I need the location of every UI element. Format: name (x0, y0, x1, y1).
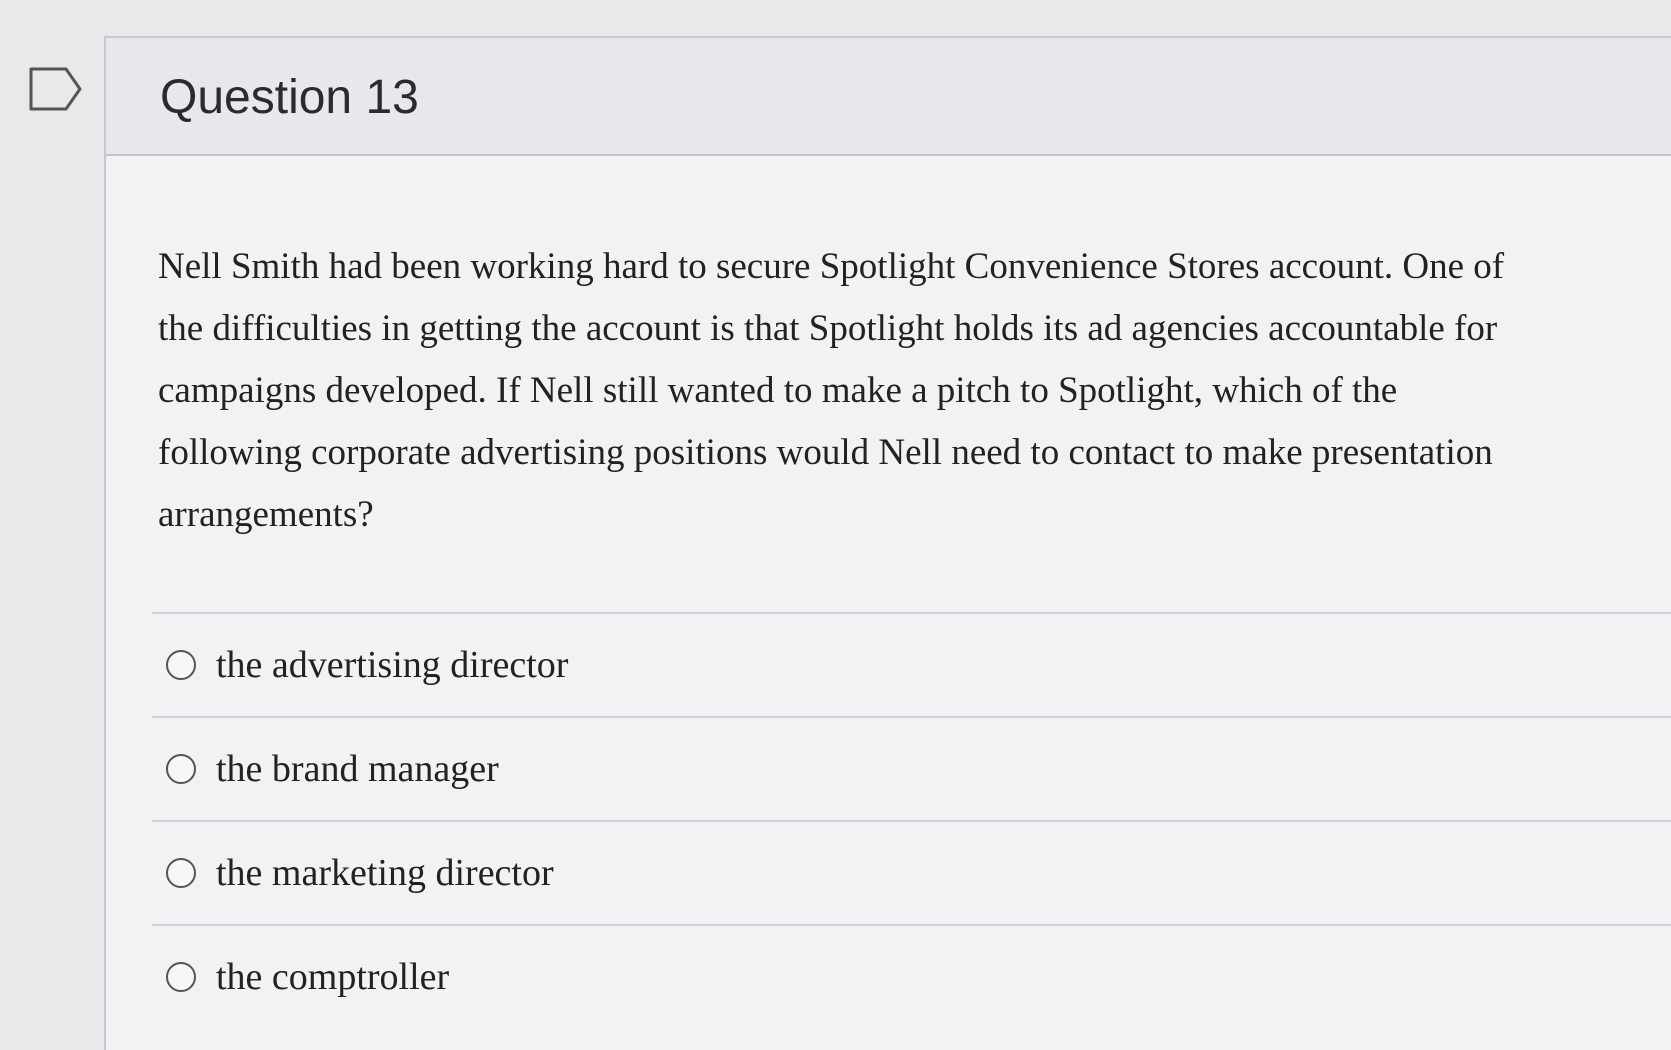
answer-label: the advertising director (216, 644, 569, 686)
flag-question-icon[interactable] (28, 66, 84, 112)
radio-button[interactable] (166, 754, 196, 784)
question-header: Question 13 (106, 38, 1671, 156)
answer-option-1[interactable]: the advertising director (152, 612, 1671, 716)
answer-option-4[interactable]: the comptroller (152, 924, 1671, 1028)
radio-button[interactable] (166, 858, 196, 888)
question-card: Question 13 Nell Smith had been working … (104, 36, 1671, 1050)
radio-button[interactable] (166, 650, 196, 680)
answer-label: the comptroller (216, 956, 450, 998)
answer-label: the brand manager (216, 748, 499, 790)
answer-option-3[interactable]: the marketing director (152, 820, 1671, 924)
radio-button[interactable] (166, 962, 196, 992)
question-title: Question 13 (160, 71, 419, 124)
answer-list: the advertising director the brand manag… (152, 612, 1671, 1028)
answer-label: the marketing director (216, 852, 554, 894)
answer-option-2[interactable]: the brand manager (152, 716, 1671, 820)
question-text: Nell Smith had been working hard to secu… (158, 246, 1505, 535)
